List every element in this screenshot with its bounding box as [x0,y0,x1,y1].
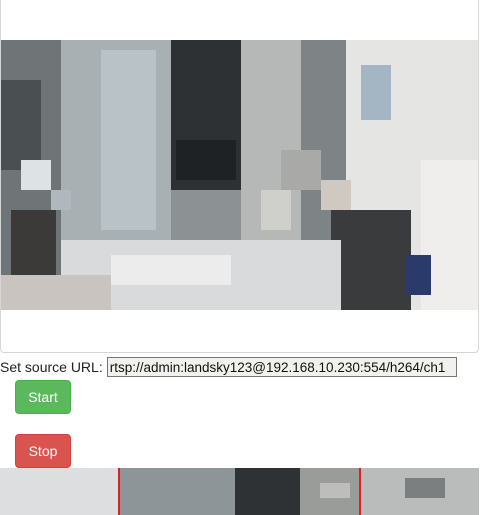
camera-stream-image [1,40,478,310]
video-panel [0,0,479,353]
source-url-label: Set source URL: [0,359,103,375]
source-url-input[interactable] [106,357,457,377]
start-button[interactable]: Start [15,380,71,414]
processed-stream-image [0,468,479,515]
page: Set source URL: Start Stop [0,0,498,515]
stop-button[interactable]: Stop [15,434,71,468]
processed-stream-video [0,468,479,515]
source-url-row: Set source URL: [0,357,457,377]
camera-stream-video [1,40,478,310]
